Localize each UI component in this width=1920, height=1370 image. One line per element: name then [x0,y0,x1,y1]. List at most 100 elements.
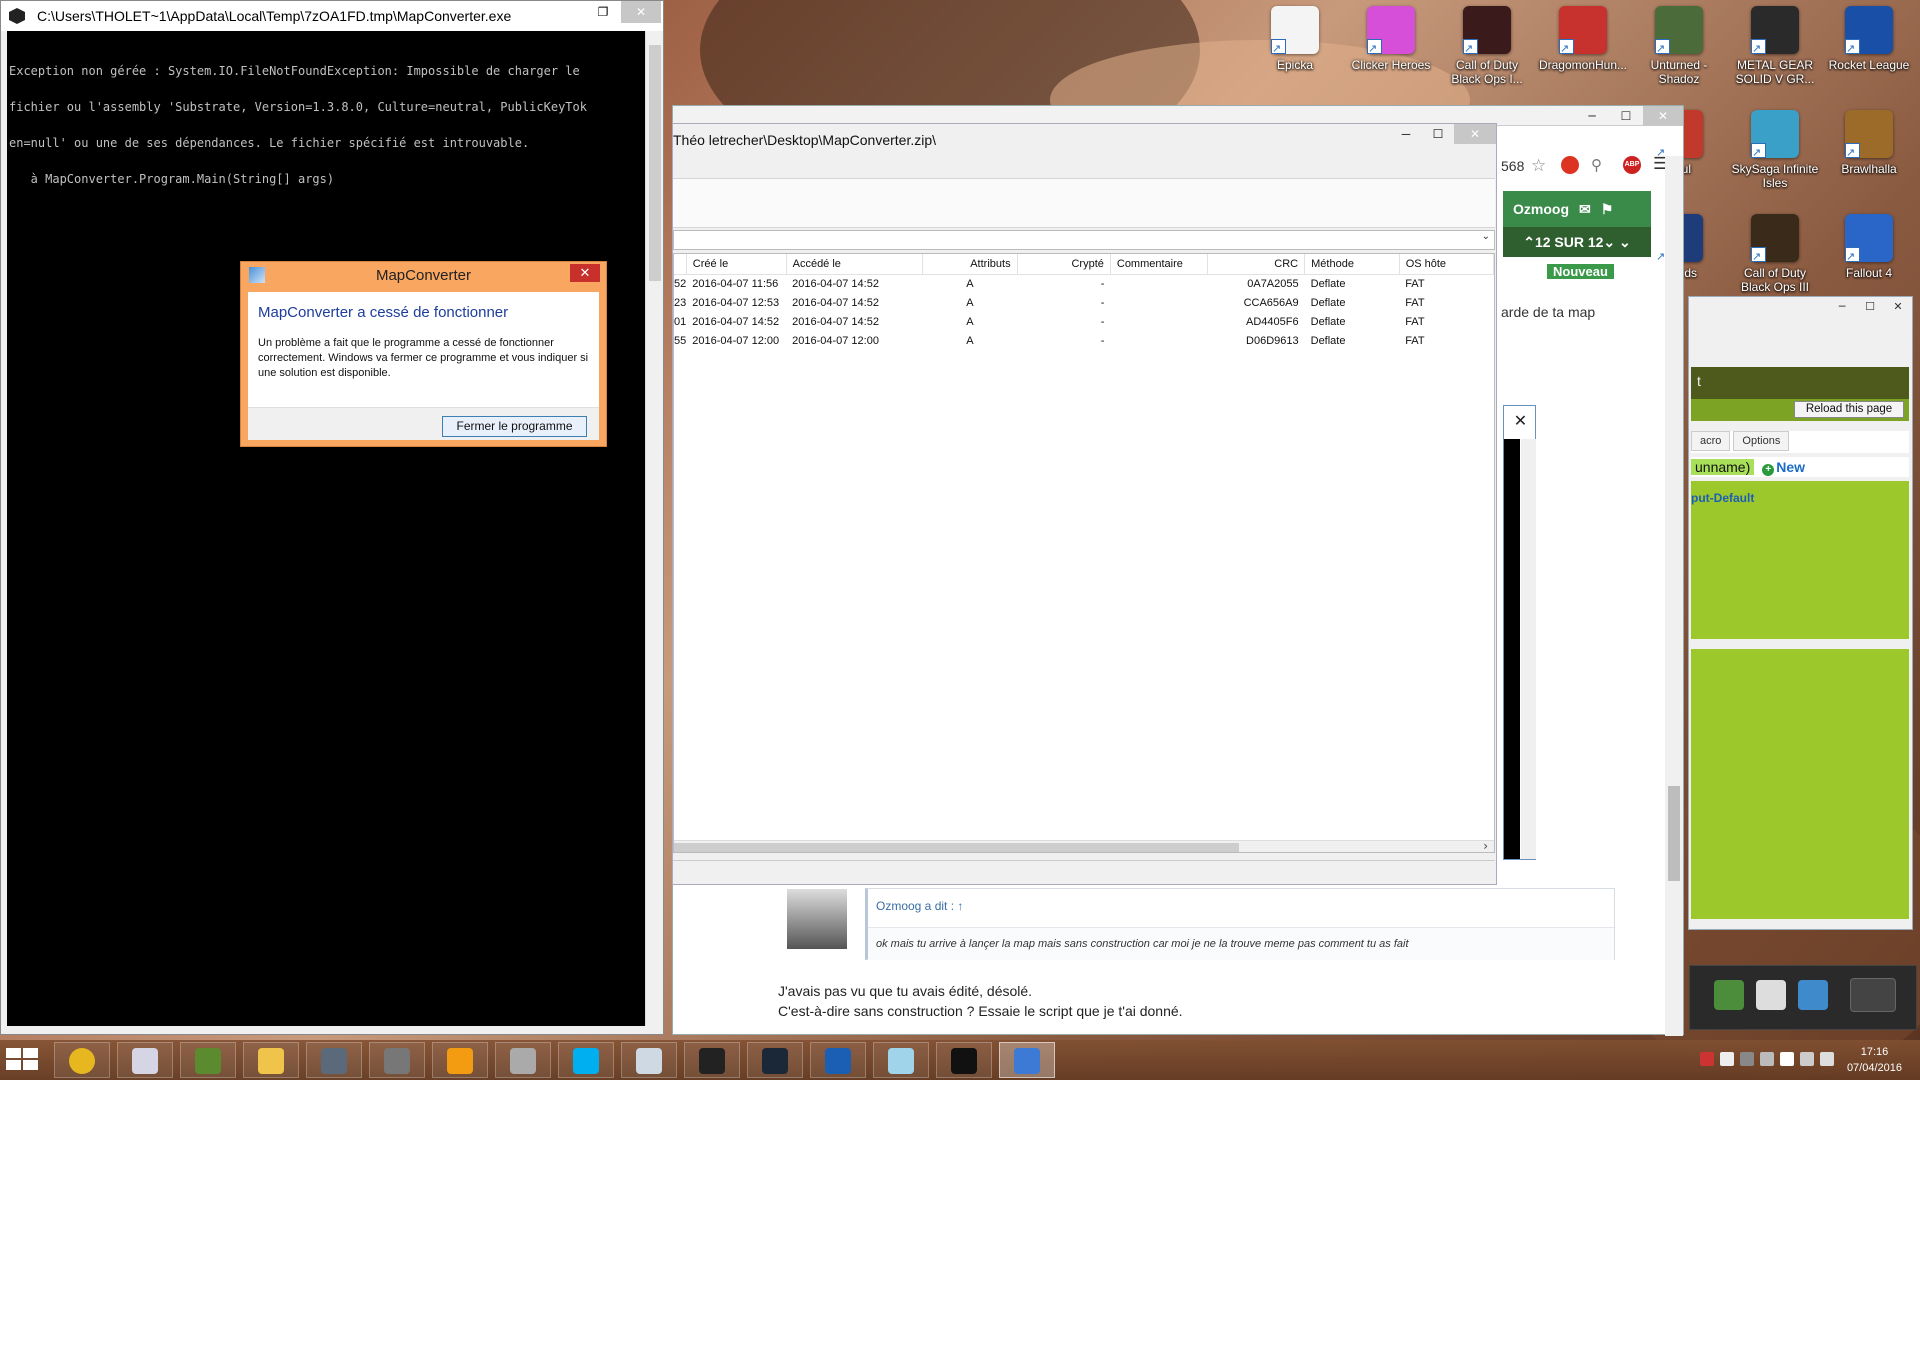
taskbar-app-button[interactable] [684,1042,740,1078]
taskbar-app-button[interactable] [873,1042,929,1078]
column-header-method[interactable]: Méthode [1304,254,1400,275]
desktop-shortcut[interactable]: Epicka [1248,6,1342,72]
taskbar-app-button[interactable] [180,1042,236,1078]
desktop-shortcut[interactable]: Clicker Heroes [1344,6,1438,72]
close-button[interactable]: ✕ [1884,297,1912,317]
close-button[interactable]: ✕ [621,1,661,23]
taskbar-app-button[interactable] [558,1042,614,1078]
console-scrollbar[interactable] [645,31,663,1026]
desktop-shortcut[interactable]: SkySaga Infinite Isles [1728,110,1822,190]
overlay-scrollbar[interactable] [1521,439,1536,859]
pager-prev-icon[interactable]: ⌃ [1523,234,1535,251]
column-header-size[interactable] [674,254,687,275]
location-icon[interactable]: ⚲ [1591,156,1602,174]
taskbar-app-button[interactable] [495,1042,551,1078]
skype-icon [573,1048,599,1074]
page-counter[interactable]: ⌃ 12 SUR 12 ⌄ ⌄ [1503,227,1651,257]
browser-scrollbar[interactable] [1665,156,1683,1036]
column-header-encrypted[interactable]: Crypté [1017,254,1111,275]
signal-icon[interactable] [1820,1052,1834,1066]
horizontal-scrollbar[interactable]: › [674,839,1494,852]
overlay-content [1504,439,1520,859]
taskbar-app-button[interactable] [54,1042,110,1078]
desktop-shortcut[interactable]: Fallout 4 [1822,214,1916,280]
script-name[interactable]: unname) [1691,459,1755,475]
input-default-label: put-Default [1691,491,1755,505]
column-header-host-os[interactable]: OS hôte [1399,254,1494,275]
volume-icon[interactable] [1780,1052,1794,1066]
column-header-accessed[interactable]: Accédé le [786,254,924,275]
taskbar-app-button[interactable] [432,1042,488,1078]
close-program-button[interactable]: Fermer le programme [442,416,587,437]
taskbar-app-button[interactable] [999,1042,1055,1078]
opera-icon[interactable] [1561,156,1579,174]
battery-icon[interactable] [1800,1052,1814,1066]
taskbar-app-button[interactable] [243,1042,299,1078]
tray-app-icon[interactable] [1714,980,1744,1010]
table-row[interactable]: 55 2016-04-07 12:00 2016-04-07 12:00 A - D06D… [674,331,1494,350]
star-icon[interactable]: ☆ [1531,156,1546,176]
quote-author[interactable]: Ozmoog a dit : ↑ [868,889,1614,913]
desktop-shortcut[interactable]: Unturned - Shadoz [1632,6,1726,86]
close-button[interactable]: ✕ [1643,106,1683,126]
restore-button[interactable]: ❐ [587,1,619,23]
column-header-created[interactable]: Créé le [686,254,787,275]
table-row[interactable]: 23 2016-04-07 12:53 2016-04-07 14:52 A - CCA6… [674,293,1494,312]
scrollbar-thumb[interactable] [1668,786,1680,881]
scrollbar-thumb[interactable] [649,45,661,281]
new-script-button[interactable]: + New [1762,459,1805,476]
close-icon[interactable]: ✕ [570,264,600,282]
desktop-shortcut[interactable]: Rocket League [1822,6,1916,72]
maximize-button[interactable]: ☐ [1609,106,1643,126]
tray-app-icon[interactable] [1798,980,1828,1010]
tab-macro[interactable]: acro [1691,431,1731,451]
chevron-right-icon[interactable]: › [1483,839,1488,852]
column-header-crc[interactable]: CRC [1207,254,1306,275]
chevron-down-icon[interactable]: ⌄ [1482,231,1490,242]
desktop-shortcut[interactable]: Brawlhalla [1822,110,1916,176]
column-header-attributes[interactable]: Attributs [922,254,1018,275]
maximize-button[interactable]: ☐ [1856,297,1884,317]
taskbar-app-button[interactable] [369,1042,425,1078]
minimize-button[interactable]: ─ [1828,297,1856,317]
taskbar-app-button[interactable] [117,1042,173,1078]
tab-options[interactable]: Options [1733,431,1790,451]
tray-app-icon[interactable] [1850,978,1896,1012]
action-center-icon[interactable] [1740,1052,1754,1066]
close-button[interactable]: ✕ [1454,124,1496,144]
antivirus-icon[interactable] [1700,1052,1714,1066]
table-row[interactable]: 52 2016-04-07 11:56 2016-04-07 14:52 A - 0A7A… [674,274,1494,293]
desktop-shortcut[interactable]: Call of Duty Black Ops III [1728,214,1822,294]
column-header-comment[interactable]: Commentaire [1110,254,1209,275]
network-icon[interactable] [1760,1052,1774,1066]
pager-next-icon[interactable]: ⌄ ⌄ [1603,234,1630,251]
taskbar-app-button[interactable] [810,1042,866,1078]
close-icon[interactable]: ✕ [1504,406,1537,436]
clock[interactable]: 17:16 07/04/2016 [1847,1044,1902,1076]
script-editor[interactable]: put-Default [1691,481,1909,639]
address-bar[interactable]: ⌄ [673,230,1495,250]
maximize-button[interactable]: ☐ [1422,124,1454,144]
table-row[interactable]: 01 2016-04-07 14:52 2016-04-07 14:52 A - AD44… [674,312,1494,331]
flag-icon[interactable] [1720,1052,1734,1066]
windows-start-icon[interactable] [6,1048,42,1072]
flag-icon[interactable]: ⚑ [1601,201,1614,218]
adblock-icon[interactable]: ABP [1623,156,1641,174]
mail-icon[interactable]: ✉ [1579,201,1591,218]
avatar[interactable] [787,889,847,949]
reload-page-button[interactable]: Reload this page [1794,401,1904,418]
minimize-button[interactable]: ─ [1575,106,1609,126]
taskbar-app-button[interactable] [306,1042,362,1078]
url-fragment[interactable]: 568 [1501,158,1524,174]
minimize-button[interactable]: ─ [1390,124,1422,144]
tray-app-icon[interactable] [1756,980,1786,1010]
taskbar-app-button[interactable] [621,1042,677,1078]
taskbar-app-button[interactable] [936,1042,992,1078]
username[interactable]: Ozmoog [1513,201,1569,217]
cell-method: Deflate [1310,296,1346,309]
desktop-shortcut[interactable]: DragomonHun... [1536,6,1630,72]
desktop-shortcut[interactable]: Call of Duty Black Ops I... [1440,6,1534,86]
desktop-shortcut[interactable]: METAL GEAR SOLID V GR... [1728,6,1822,86]
taskbar-app-button[interactable] [747,1042,803,1078]
scrollbar-thumb[interactable] [674,843,1239,852]
